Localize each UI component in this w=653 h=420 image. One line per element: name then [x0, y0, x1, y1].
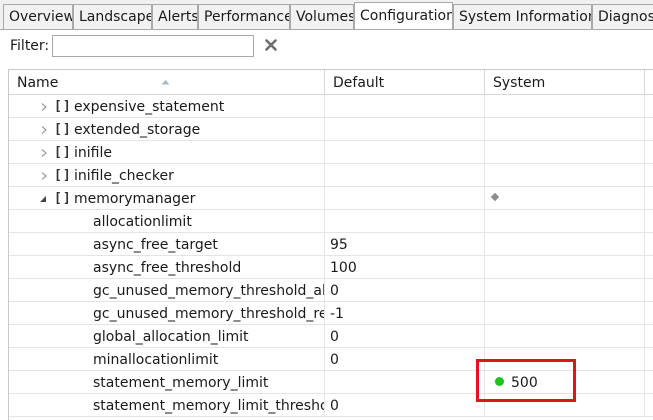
- row-name: allocationlimit: [93, 214, 192, 230]
- tab-overview[interactable]: Overview: [3, 4, 73, 29]
- row-system: [485, 141, 645, 163]
- table-row[interactable]: statement_memory_limit 500: [9, 371, 653, 394]
- row-default: [325, 210, 485, 232]
- table-header: Name Default System: [9, 70, 653, 95]
- row-default: [325, 95, 485, 117]
- folder-bracket-icon: []: [54, 168, 72, 183]
- row-default: [325, 187, 485, 209]
- row-name: memorymanager: [74, 191, 196, 207]
- tab-configuration[interactable]: Configuration: [354, 2, 453, 29]
- row-system: [485, 256, 645, 278]
- tab-performance[interactable]: Performance: [198, 4, 290, 29]
- row-name: gc_unused_memory_threshold_rel: [93, 306, 325, 322]
- column-header-system[interactable]: System: [485, 70, 645, 94]
- row-system: [485, 187, 645, 209]
- row-system: [485, 348, 645, 370]
- row-default: 0: [325, 279, 485, 301]
- row-name: inifile: [74, 145, 112, 161]
- row-name: statement_memory_limit_threshold: [93, 398, 325, 414]
- table-row[interactable]: global_allocation_limit 0: [9, 325, 653, 348]
- row-name: minallocationlimit: [93, 352, 219, 368]
- row-name: async_free_target: [93, 237, 218, 253]
- table-row[interactable]: statement_memory_limit_threshold 0: [9, 394, 653, 417]
- table-row[interactable]: minallocationlimit 0: [9, 348, 653, 371]
- row-system: [485, 95, 645, 117]
- row-system: [485, 210, 645, 232]
- folder-bracket-icon: []: [54, 99, 72, 114]
- table-row[interactable]: async_free_threshold 100: [9, 256, 653, 279]
- table-row[interactable]: gc_unused_memory_threshold_abs 0: [9, 279, 653, 302]
- table-row[interactable]: [] expensive_statement: [9, 95, 653, 118]
- column-header-default[interactable]: Default: [325, 70, 485, 94]
- tab-bar: Overview Landscape Alerts Performance Vo…: [0, 0, 653, 30]
- tab-volumes[interactable]: Volumes: [290, 4, 354, 29]
- column-header-name[interactable]: Name: [9, 70, 325, 94]
- configuration-table: Name Default System [] expensive_stateme…: [8, 69, 653, 420]
- row-system: [485, 302, 645, 324]
- table-row[interactable]: [] inifile: [9, 141, 653, 164]
- diamond-icon: [490, 192, 500, 202]
- row-default: 0: [325, 325, 485, 347]
- expand-arrow-icon[interactable]: [39, 171, 48, 180]
- row-default: 100: [325, 256, 485, 278]
- row-system: [485, 279, 645, 301]
- row-system: [485, 325, 645, 347]
- tab-system-information[interactable]: System Information: [453, 4, 592, 29]
- row-system: [485, 118, 645, 140]
- row-default: 0: [325, 394, 485, 416]
- system-value: 500: [511, 375, 538, 391]
- row-name: global_allocation_limit: [93, 329, 249, 345]
- row-name: inifile_checker: [74, 168, 174, 184]
- row-system: [485, 233, 645, 255]
- tab-alerts[interactable]: Alerts: [152, 4, 198, 29]
- row-name: statement_memory_limit: [93, 375, 269, 391]
- column-header-extra[interactable]: [645, 70, 653, 94]
- row-default: [325, 164, 485, 186]
- expand-arrow-icon[interactable]: [39, 102, 48, 111]
- folder-bracket-icon: []: [54, 145, 72, 160]
- row-system: [485, 164, 645, 186]
- row-name: extended_storage: [74, 122, 201, 138]
- row-default: 95: [325, 233, 485, 255]
- sort-ascending-icon: [161, 70, 170, 94]
- row-default: [325, 141, 485, 163]
- expand-arrow-icon[interactable]: [39, 125, 48, 134]
- table-row[interactable]: [] inifile_checker: [9, 164, 653, 187]
- table-row[interactable]: async_free_target 95: [9, 233, 653, 256]
- green-dot-icon: [495, 376, 504, 386]
- table-row[interactable]: allocationlimit: [9, 210, 653, 233]
- close-icon[interactable]: [262, 36, 280, 54]
- row-default: [325, 118, 485, 140]
- filter-input[interactable]: [52, 35, 254, 57]
- table-row[interactable]: gc_unused_memory_threshold_rel -1: [9, 302, 653, 325]
- row-system: 500: [485, 371, 645, 393]
- row-name: gc_unused_memory_threshold_abs: [93, 283, 325, 299]
- tab-landscape[interactable]: Landscape: [73, 4, 152, 29]
- row-default: [325, 371, 485, 393]
- table-row[interactable]: [] extended_storage: [9, 118, 653, 141]
- folder-bracket-icon: []: [54, 191, 72, 206]
- row-name: expensive_statement: [74, 99, 225, 115]
- tab-diagnosis[interactable]: Diagnosi: [592, 4, 653, 29]
- row-system: [485, 394, 645, 416]
- row-name: async_free_threshold: [93, 260, 242, 276]
- row-default: 0: [325, 348, 485, 370]
- filter-label: Filter:: [10, 38, 50, 54]
- row-default: -1: [325, 302, 485, 324]
- collapse-arrow-icon[interactable]: [38, 194, 47, 203]
- folder-bracket-icon: []: [54, 122, 72, 137]
- expand-arrow-icon[interactable]: [39, 148, 48, 157]
- table-row[interactable]: [] memorymanager: [9, 187, 653, 210]
